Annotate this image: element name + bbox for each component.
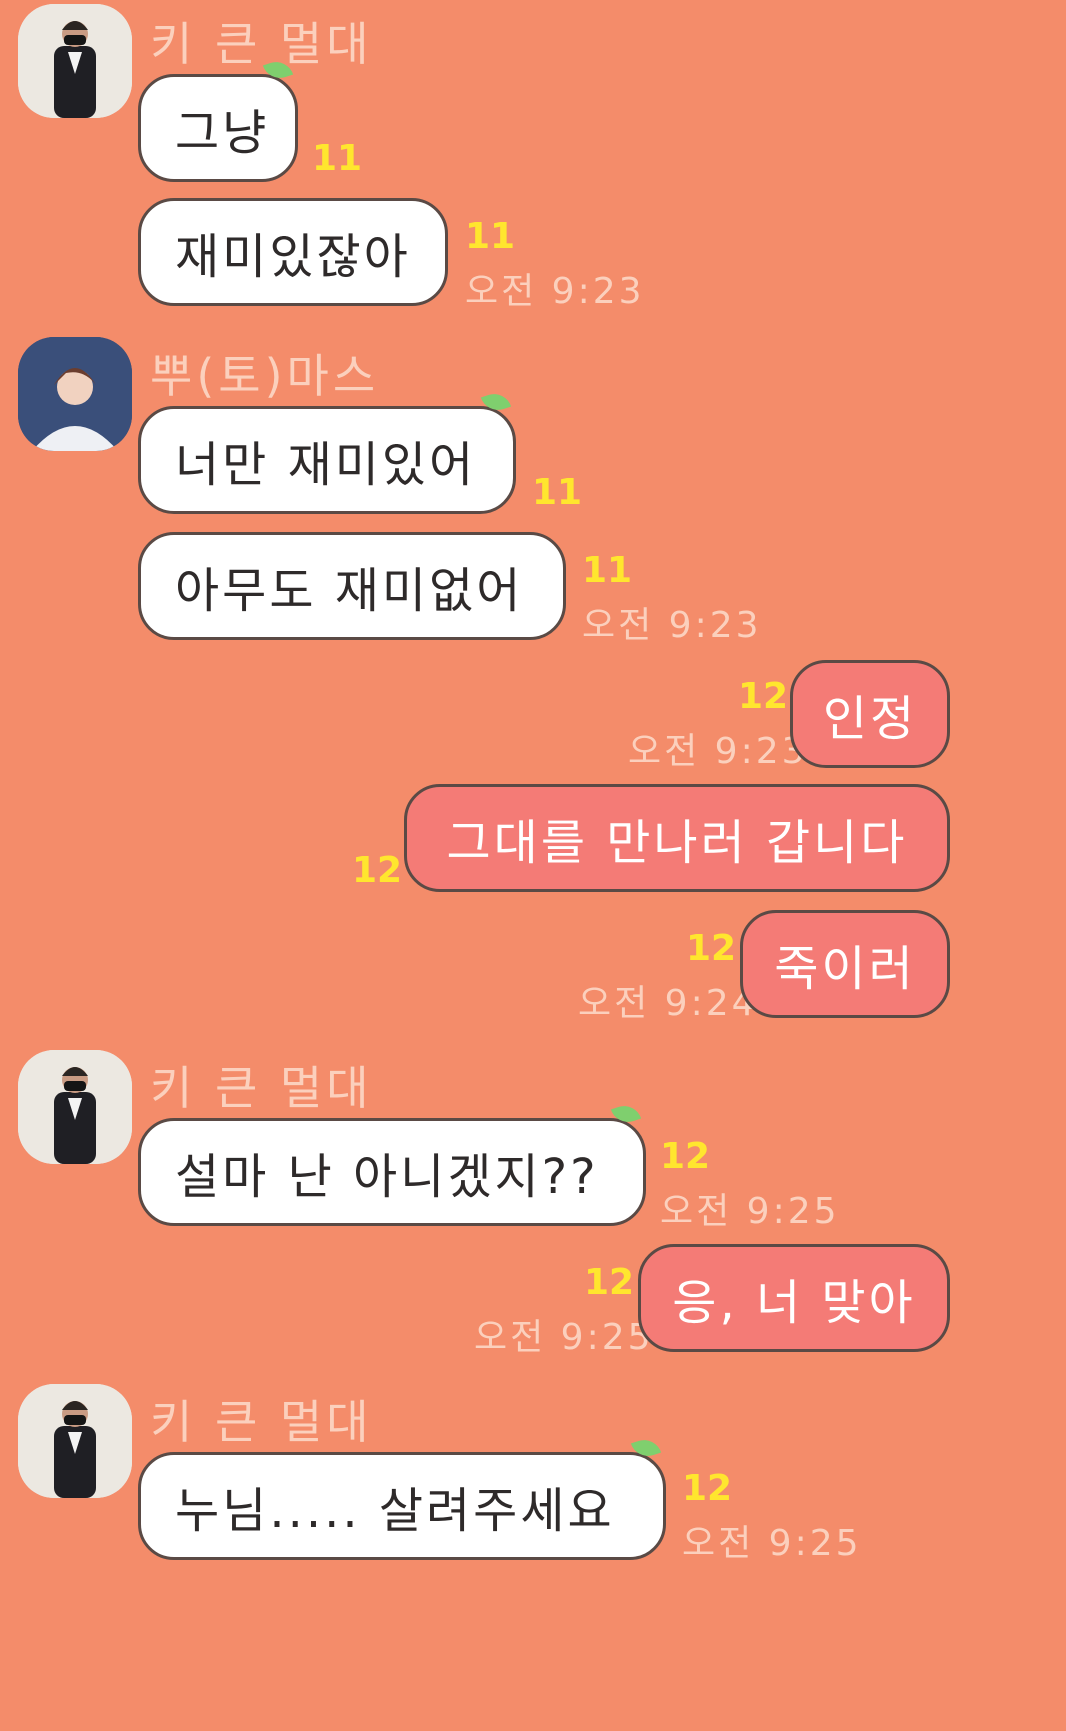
unread-count: 11 — [582, 550, 633, 591]
avatar-butomas[interactable] — [18, 337, 132, 451]
message-bubble[interactable]: 그냥 — [138, 57, 298, 182]
message-text: 누님..... 살려주세요 — [175, 1483, 615, 1539]
message-text: 재미있잖아 — [175, 229, 411, 285]
profile-photo-icon — [18, 1384, 132, 1498]
message-bubble[interactable]: 재미있잖아 — [138, 198, 448, 306]
timestamp: 오전 9:24 — [578, 983, 758, 1024]
timestamp: 오전 9:25 — [682, 1523, 862, 1564]
message-bubble[interactable]: 그대를 만나러 갑니다 — [404, 784, 950, 892]
profile-photo-icon — [18, 4, 132, 118]
timestamp: 오전 9:25 — [474, 1317, 654, 1358]
message-text: 그대를 만나러 갑니다 — [446, 815, 908, 871]
timestamp: 오전 9:23 — [628, 731, 808, 772]
leaf-icon — [480, 389, 512, 415]
unread-count: 11 — [312, 138, 363, 179]
message-bubble[interactable]: 인정 — [790, 660, 950, 768]
profile-photo-icon — [18, 337, 132, 451]
timestamp: 오전 9:23 — [582, 605, 762, 646]
sender-name: 뿌(토)마스 — [150, 349, 380, 403]
message-text: 죽이러 — [774, 941, 916, 997]
message-text: 너만 재미있어 — [175, 437, 477, 493]
sender-name: 키 큰 멀대 — [150, 17, 373, 71]
message-text: 그냥 — [175, 105, 270, 161]
message-text: 아무도 재미없어 — [175, 563, 524, 619]
unread-count: 11 — [532, 472, 583, 513]
message-text: 인정 — [822, 691, 918, 747]
timestamp: 오전 9:23 — [465, 271, 645, 312]
avatar-tall-guy[interactable] — [18, 1050, 132, 1164]
message-bubble[interactable]: 아무도 재미없어 — [138, 532, 566, 640]
unread-count: 11 — [465, 216, 516, 257]
sender-name: 키 큰 멀대 — [150, 1061, 373, 1115]
avatar-tall-guy[interactable] — [18, 4, 132, 118]
unread-count: 12 — [682, 1468, 733, 1509]
unread-count: 12 — [584, 1262, 635, 1303]
message-bubble[interactable]: 죽이러 — [740, 910, 950, 1018]
unread-count: 12 — [660, 1136, 711, 1177]
leaf-icon — [630, 1435, 662, 1461]
message-text: 설마 난 아니겠지?? — [175, 1149, 599, 1205]
avatar-tall-guy[interactable] — [18, 1384, 132, 1498]
message-bubble[interactable]: 누님..... 살려주세요 — [138, 1435, 666, 1560]
leaf-icon — [610, 1101, 642, 1127]
message-text: 응, 너 맞아 — [672, 1275, 916, 1331]
unread-count: 12 — [738, 676, 789, 717]
sender-name: 키 큰 멀대 — [150, 1395, 373, 1449]
message-bubble[interactable]: 너만 재미있어 — [138, 389, 516, 514]
unread-count: 12 — [352, 850, 403, 891]
message-bubble[interactable]: 설마 난 아니겠지?? — [138, 1101, 646, 1226]
message-bubble[interactable]: 응, 너 맞아 — [638, 1244, 950, 1352]
unread-count: 12 — [686, 928, 737, 969]
profile-photo-icon — [18, 1050, 132, 1164]
timestamp: 오전 9:25 — [660, 1191, 840, 1232]
